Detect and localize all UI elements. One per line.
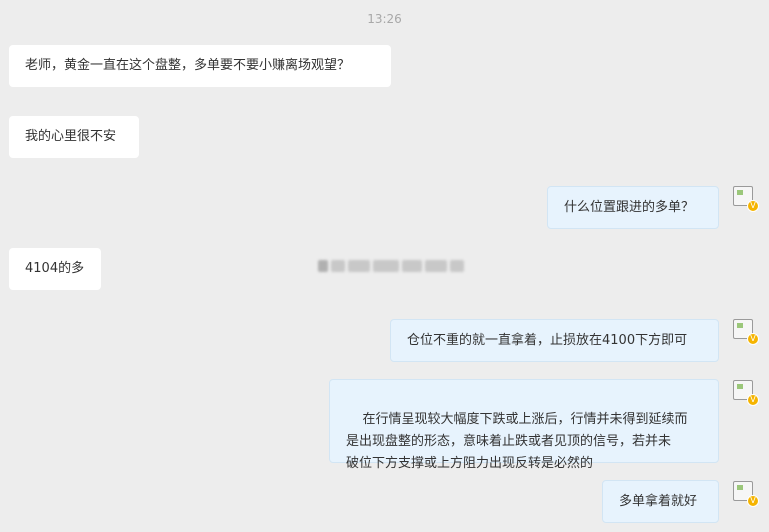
- message-text: 多单拿着就好: [619, 493, 698, 509]
- chat-window: 13:26 老师，黄金一直在这个盘整，多单要不要小赚离场观望？ 我的心里很不安 …: [0, 0, 769, 532]
- message-text: 我的心里很不安: [25, 129, 117, 144]
- verified-v-badge-icon: V: [747, 394, 759, 406]
- message-text: 仓位不重的就一直拿着，止损放在4100下方即可: [407, 332, 688, 348]
- message-bubble-outgoing[interactable]: 什么位置跟进的多单？: [547, 186, 719, 229]
- avatar[interactable]: V: [733, 319, 759, 345]
- message-text: 在行情呈现较大幅度下跌或上涨后，行情并未得到延续而 是出现盘整的形态，意味着止跌…: [346, 412, 688, 471]
- message-bubble-incoming[interactable]: 4104的多: [9, 248, 101, 290]
- message-text: 什么位置跟进的多单？: [564, 199, 695, 215]
- message-text: 老师，黄金一直在这个盘整，多单要不要小赚离场观望？: [25, 58, 351, 73]
- message-bubble-incoming[interactable]: 老师，黄金一直在这个盘整，多单要不要小赚离场观望？: [9, 45, 391, 87]
- message-text: 4104的多: [25, 261, 85, 276]
- avatar[interactable]: V: [733, 186, 759, 212]
- verified-v-badge-icon: V: [747, 200, 759, 212]
- verified-v-badge-icon: V: [747, 333, 759, 345]
- avatar[interactable]: V: [733, 380, 759, 406]
- verified-v-badge-icon: V: [747, 495, 759, 507]
- message-bubble-incoming[interactable]: 我的心里很不安: [9, 116, 139, 158]
- avatar[interactable]: V: [733, 481, 759, 507]
- message-bubble-outgoing[interactable]: 仓位不重的就一直拿着，止损放在4100下方即可: [390, 319, 719, 362]
- redacted-content: [318, 260, 464, 274]
- message-bubble-outgoing[interactable]: 多单拿着就好: [602, 480, 719, 523]
- message-bubble-outgoing[interactable]: 在行情呈现较大幅度下跌或上涨后，行情并未得到延续而 是出现盘整的形态，意味着止跌…: [329, 379, 719, 471]
- message-timestamp: 13:26: [367, 12, 402, 26]
